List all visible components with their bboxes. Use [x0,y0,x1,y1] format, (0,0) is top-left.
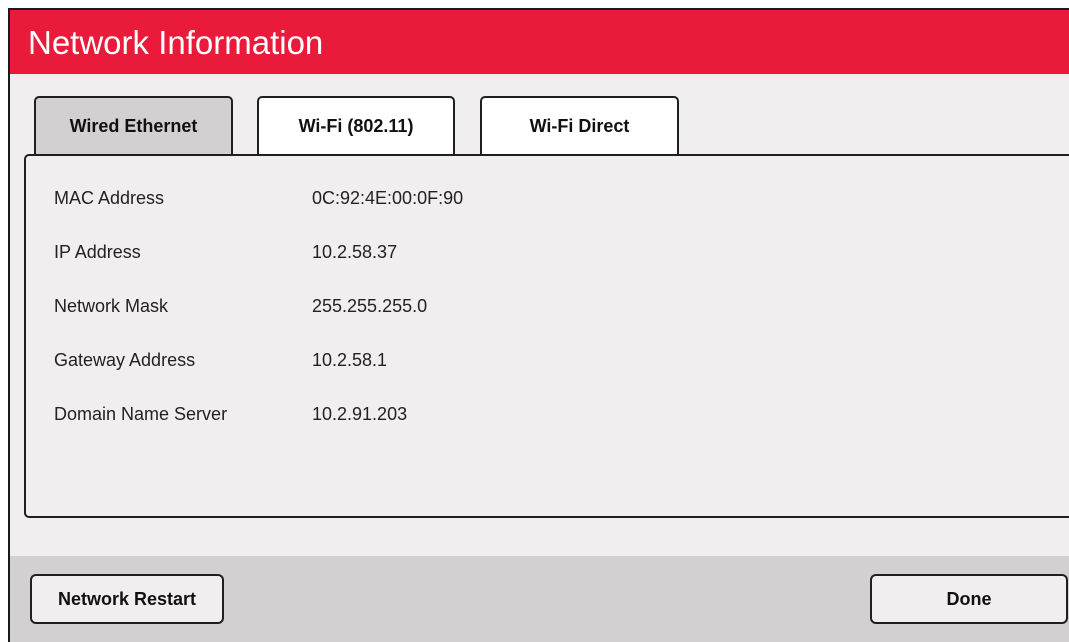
button-bar: Network Restart Done [10,556,1069,642]
tab-wifi-direct[interactable]: Wi-Fi Direct [480,96,679,154]
done-button[interactable]: Done [870,574,1068,624]
network-info-panel: MAC Address 0C:92:4E:00:0F:90 IP Address… [24,154,1069,518]
info-value: 10.2.58.1 [312,350,388,370]
info-label: Domain Name Server [54,404,228,424]
info-row-mac-address: MAC Address 0C:92:4E:00:0F:90 [26,186,1069,210]
info-row-domain-name-server: Domain Name Server 10.2.91.203 [26,402,1069,426]
info-value: 255.255.255.0 [312,296,428,316]
info-row-network-mask: Network Mask 255.255.255.0 [26,294,1069,318]
info-label: IP Address [54,242,141,262]
tab-wired-ethernet[interactable]: Wired Ethernet [34,96,233,154]
info-value: 10.2.91.203 [312,404,408,424]
tab-wifi-80211[interactable]: Wi-Fi (802.11) [257,96,455,154]
info-row-ip-address: IP Address 10.2.58.37 [26,240,1069,264]
info-value: 0C:92:4E:00:0F:90 [312,188,464,208]
info-row-gateway-address: Gateway Address 10.2.58.1 [26,348,1069,372]
info-label: Network Mask [54,296,169,316]
dialog-title: Network Information [28,24,324,61]
network-information-dialog: Network Information Wired Ethernet Wi-Fi… [8,8,1069,642]
info-value: 10.2.58.37 [312,242,398,262]
network-restart-button[interactable]: Network Restart [30,574,224,624]
title-bar: Network Information [10,10,1069,74]
info-label: Gateway Address [54,350,196,370]
info-label: MAC Address [54,188,165,208]
